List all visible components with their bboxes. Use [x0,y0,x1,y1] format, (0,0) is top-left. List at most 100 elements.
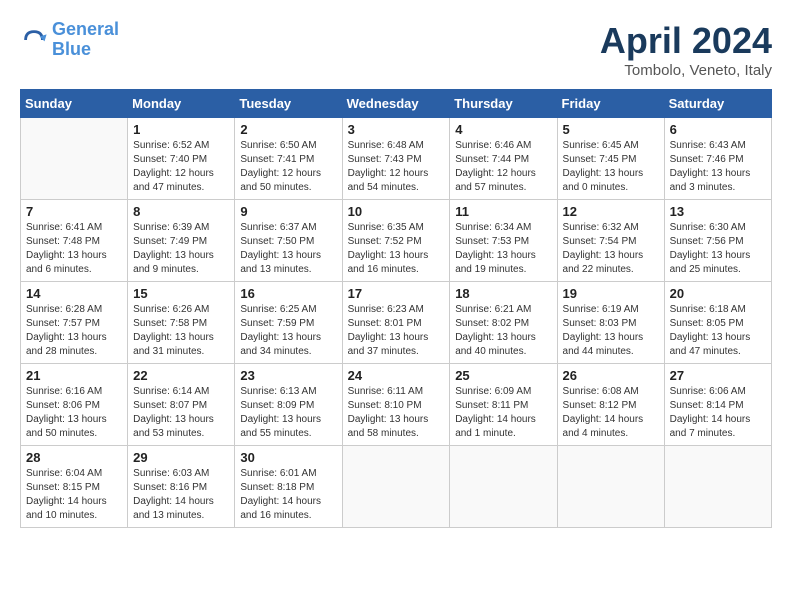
calendar-cell: 30Sunrise: 6:01 AMSunset: 8:18 PMDayligh… [235,446,342,528]
calendar-cell: 4 Sunrise: 6:46 AMSunset: 7:44 PMDaylight… [450,118,557,200]
day-number: 3 [348,122,445,137]
week-row-1: 1Sunrise: 6:52 AMSunset: 7:40 PMDaylight… [21,118,772,200]
calendar-cell: 19Sunrise: 6:19 AMSunset: 8:03 PMDayligh… [557,282,664,364]
day-header-monday: Monday [128,90,235,118]
day-number: 23 [240,368,336,383]
day-number: 8 [133,204,229,219]
calendar-cell: 7Sunrise: 6:41 AMSunset: 7:48 PMDaylight… [21,200,128,282]
calendar-cell: 1Sunrise: 6:52 AMSunset: 7:40 PMDaylight… [128,118,235,200]
calendar-cell: 17 Sunrise: 6:23 AMSunset: 8:01 PMDayligh… [342,282,450,364]
day-number: 26 [563,368,659,383]
calendar-cell [342,446,450,528]
day-info: Sunrise: 6:32 AMSunset: 7:54 PMDaylight:… [563,221,659,277]
day-info: Sunrise: 6:14 AMSunset: 8:07 PMDaylight:… [133,385,229,441]
day-info: Sunrise: 6:48 AMSunset: 7:43 PMDaylight:… [348,139,445,195]
day-info: Sunrise: 6:52 AMSunset: 7:40 PMDaylight:… [133,139,229,195]
day-number: 29 [133,450,229,465]
day-number: 20 [670,286,766,301]
calendar-cell: 14Sunrise: 6:28 AMSunset: 7:57 PMDayligh… [21,282,128,364]
day-info: Sunrise: 6:46 AMSunset: 7:44 PMDaylight:… [455,139,551,195]
calendar-cell [664,446,771,528]
day-header-thursday: Thursday [450,90,557,118]
month-title: April 2024 [600,20,772,62]
logo-line1: General [52,19,119,39]
calendar-cell [450,446,557,528]
day-number: 16 [240,286,336,301]
day-number: 2 [240,122,336,137]
day-info: Sunrise: 6:30 AMSunset: 7:56 PMDaylight:… [670,221,766,277]
calendar-cell: 24Sunrise: 6:11 AMSunset: 8:10 PMDayligh… [342,364,450,446]
day-number: 25 [455,368,551,383]
calendar-cell [557,446,664,528]
logo-line2: Blue [52,39,91,59]
calendar-cell: 5Sunrise: 6:45 AMSunset: 7:45 PMDaylight… [557,118,664,200]
week-row-4: 21 Sunrise: 6:16 AMSunset: 8:06 PMDayligh… [21,364,772,446]
day-number: 15 [133,286,229,301]
day-info: Sunrise: 6:21 AMSunset: 8:02 PMDaylight:… [455,303,551,359]
day-number: 28 [26,450,122,465]
day-header-tuesday: Tuesday [235,90,342,118]
day-number: 6 [670,122,766,137]
calendar-cell: 22 Sunrise: 6:14 AMSunset: 8:07 PMDayligh… [128,364,235,446]
day-info: Sunrise: 6:19 AMSunset: 8:03 PMDaylight:… [563,303,659,359]
calendar-cell: 25 Sunrise: 6:09 AMSunset: 8:11 PMDayligh… [450,364,557,446]
location-subtitle: Tombolo, Veneto, Italy [600,62,772,79]
day-info: Sunrise: 6:13 AMSunset: 8:09 PMDaylight:… [240,385,336,441]
calendar-cell: 10 Sunrise: 6:35 AMSunset: 7:52 PMDayligh… [342,200,450,282]
day-info: Sunrise: 6:09 AMSunset: 8:11 PMDaylight:… [455,385,551,441]
day-info: Sunrise: 6:18 AMSunset: 8:05 PMDaylight:… [670,303,766,359]
calendar-cell: 2Sunrise: 6:50 AMSunset: 7:41 PMDaylight… [235,118,342,200]
calendar-table: SundayMondayTuesdayWednesdayThursdayFrid… [20,89,772,528]
day-info: Sunrise: 6:39 AMSunset: 7:49 PMDaylight:… [133,221,229,277]
calendar-cell: 23 Sunrise: 6:13 AMSunset: 8:09 PMDayligh… [235,364,342,446]
day-info: Sunrise: 6:03 AMSunset: 8:16 PMDaylight:… [133,467,229,523]
day-number: 24 [348,368,445,383]
week-row-3: 14Sunrise: 6:28 AMSunset: 7:57 PMDayligh… [21,282,772,364]
calendar-cell: 3 Sunrise: 6:48 AMSunset: 7:43 PMDaylight… [342,118,450,200]
day-info: Sunrise: 6:45 AMSunset: 7:45 PMDaylight:… [563,139,659,195]
day-number: 13 [670,204,766,219]
day-number: 30 [240,450,336,465]
day-info: Sunrise: 6:26 AMSunset: 7:58 PMDaylight:… [133,303,229,359]
calendar-cell: 16 Sunrise: 6:25 AMSunset: 7:59 PMDayligh… [235,282,342,364]
calendar-cell [21,118,128,200]
day-info: Sunrise: 6:41 AMSunset: 7:48 PMDaylight:… [26,221,122,277]
day-number: 10 [348,204,445,219]
calendar-cell: 6 Sunrise: 6:43 AMSunset: 7:46 PMDaylight… [664,118,771,200]
logo-icon [20,26,48,54]
calendar-cell: 20 Sunrise: 6:18 AMSunset: 8:05 PMDayligh… [664,282,771,364]
calendar-cell: 27 Sunrise: 6:06 AMSunset: 8:14 PMDayligh… [664,364,771,446]
day-number: 21 [26,368,122,383]
day-number: 11 [455,204,551,219]
day-info: Sunrise: 6:28 AMSunset: 7:57 PMDaylight:… [26,303,122,359]
title-block: April 2024 Tombolo, Veneto, Italy [600,20,772,79]
day-info: Sunrise: 6:35 AMSunset: 7:52 PMDaylight:… [348,221,445,277]
header-row: SundayMondayTuesdayWednesdayThursdayFrid… [21,90,772,118]
day-info: Sunrise: 6:34 AMSunset: 7:53 PMDaylight:… [455,221,551,277]
day-number: 18 [455,286,551,301]
day-info: Sunrise: 6:16 AMSunset: 8:06 PMDaylight:… [26,385,122,441]
day-header-saturday: Saturday [664,90,771,118]
day-info: Sunrise: 6:04 AMSunset: 8:15 PMDaylight:… [26,467,122,523]
calendar-cell: 28 Sunrise: 6:04 AMSunset: 8:15 PMDayligh… [21,446,128,528]
day-header-wednesday: Wednesday [342,90,450,118]
day-number: 17 [348,286,445,301]
day-info: Sunrise: 6:25 AMSunset: 7:59 PMDaylight:… [240,303,336,359]
day-number: 27 [670,368,766,383]
day-info: Sunrise: 6:23 AMSunset: 8:01 PMDaylight:… [348,303,445,359]
day-header-friday: Friday [557,90,664,118]
calendar-cell: 15 Sunrise: 6:26 AMSunset: 7:58 PMDayligh… [128,282,235,364]
day-number: 22 [133,368,229,383]
logo: General Blue [20,20,119,60]
week-row-2: 7Sunrise: 6:41 AMSunset: 7:48 PMDaylight… [21,200,772,282]
day-number: 4 [455,122,551,137]
day-info: Sunrise: 6:37 AMSunset: 7:50 PMDaylight:… [240,221,336,277]
day-info: Sunrise: 6:06 AMSunset: 8:14 PMDaylight:… [670,385,766,441]
calendar-cell: 12Sunrise: 6:32 AMSunset: 7:54 PMDayligh… [557,200,664,282]
calendar-cell: 21 Sunrise: 6:16 AMSunset: 8:06 PMDayligh… [21,364,128,446]
day-number: 9 [240,204,336,219]
week-row-5: 28 Sunrise: 6:04 AMSunset: 8:15 PMDayligh… [21,446,772,528]
day-info: Sunrise: 6:43 AMSunset: 7:46 PMDaylight:… [670,139,766,195]
calendar-cell: 8 Sunrise: 6:39 AMSunset: 7:49 PMDaylight… [128,200,235,282]
calendar-cell: 29 Sunrise: 6:03 AMSunset: 8:16 PMDayligh… [128,446,235,528]
